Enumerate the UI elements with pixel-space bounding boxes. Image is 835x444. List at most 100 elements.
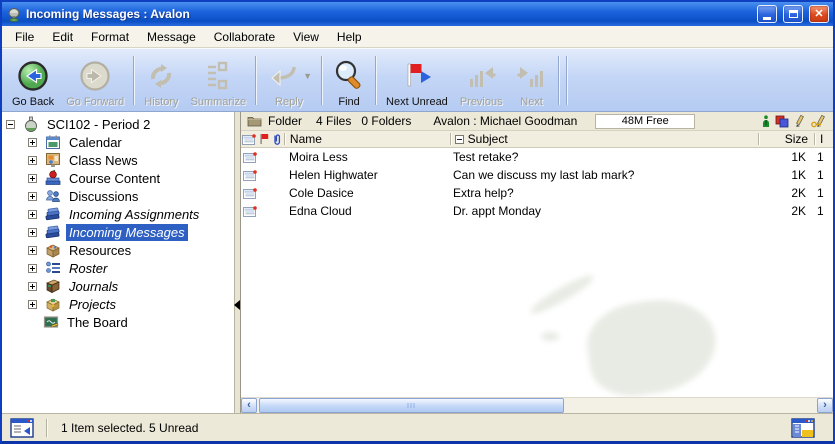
unread-message-icon: [241, 205, 258, 217]
column-header-subject[interactable]: Subject: [468, 132, 508, 146]
message-row[interactable]: Edna Cloud Dr. appt Monday 2K 1: [241, 202, 833, 220]
class-news-icon: [45, 152, 61, 168]
message-subject: Can we discuss my last lab mark?: [449, 168, 757, 182]
message-size: 1K: [757, 168, 812, 182]
folder-type-label: Folder: [268, 114, 302, 128]
layout-panels-icon[interactable]: [791, 418, 815, 438]
history-button[interactable]: History: [138, 52, 184, 109]
folders-count: 0 Folders: [361, 114, 411, 128]
find-button[interactable]: Find: [326, 52, 372, 109]
pencil-icon[interactable]: [794, 115, 806, 128]
menu-message[interactable]: Message: [138, 27, 205, 47]
menu-format[interactable]: Format: [82, 27, 138, 47]
expand-icon[interactable]: [28, 246, 37, 255]
user-icon[interactable]: [762, 115, 770, 128]
previous-button[interactable]: Previous: [454, 52, 509, 109]
next-icon: [515, 57, 549, 95]
sidebar-item-incoming-messages[interactable]: Incoming Messages: [2, 223, 234, 241]
key-pencil-icon[interactable]: [811, 115, 827, 128]
scrollbar-thumb[interactable]: [259, 398, 564, 413]
status-separator: [46, 419, 47, 437]
sidebar-item-course-content[interactable]: Course Content: [2, 169, 234, 187]
paperclip-icon[interactable]: [270, 133, 284, 146]
pane-splitter[interactable]: [234, 112, 241, 413]
expand-icon[interactable]: [28, 174, 37, 183]
history-icon: [144, 57, 178, 95]
menu-edit[interactable]: Edit: [43, 27, 82, 47]
collapse-icon[interactable]: [6, 120, 15, 129]
message-sender: Helen Highwater: [284, 168, 449, 182]
close-button[interactable]: ✕: [809, 5, 829, 23]
reply-button[interactable]: ▼ Reply: [260, 52, 318, 109]
message-subject: Extra help?: [449, 186, 757, 200]
message-row[interactable]: Helen Highwater Can we discuss my last l…: [241, 166, 833, 184]
sidebar-item-projects[interactable]: Projects: [2, 295, 234, 313]
sidebar-item-roster[interactable]: Roster: [2, 259, 234, 277]
next-unread-button[interactable]: Next Unread: [380, 52, 454, 109]
menu-view[interactable]: View: [284, 27, 328, 47]
account-label: Avalon : Michael Goodman: [433, 114, 577, 128]
assignments-icon: [45, 206, 61, 222]
expand-icon[interactable]: [28, 264, 37, 273]
app-mailbox-icon: [6, 6, 22, 22]
message-sender: Cole Dasice: [284, 186, 449, 200]
message-size: 2K: [757, 186, 812, 200]
messages-icon: [45, 224, 61, 240]
go-forward-button[interactable]: Go Forward: [60, 52, 130, 109]
minimize-button[interactable]: [757, 5, 777, 23]
unread-message-icon: [241, 187, 258, 199]
previous-icon: [464, 57, 498, 95]
message-row[interactable]: Moira Less Test retake? 1K 1: [241, 148, 833, 166]
statusbar: 1 Item selected. 5 Unread: [2, 413, 833, 441]
message-size: 1K: [757, 150, 812, 164]
flag-icon[interactable]: [258, 133, 270, 145]
envelope-icon[interactable]: [241, 134, 258, 145]
folder-icon: [247, 115, 262, 127]
next-button[interactable]: Next: [509, 52, 555, 109]
scroll-right-icon[interactable]: ›: [817, 398, 833, 413]
sidebar-item-journals[interactable]: Journals: [2, 277, 234, 295]
menu-collaborate[interactable]: Collaborate: [205, 27, 284, 47]
expand-icon[interactable]: [28, 192, 37, 201]
column-header-clipped[interactable]: I: [815, 132, 833, 146]
collapse-pane-icon[interactable]: [234, 300, 240, 310]
toggle-sidebar-icon[interactable]: [10, 418, 34, 438]
sidebar-item-class-news[interactable]: Class News: [2, 151, 234, 169]
message-row[interactable]: Cole Dasice Extra help? 2K 1: [241, 184, 833, 202]
list-header: Name Subject Size I: [241, 131, 833, 148]
menubar: File Edit Format Message Collaborate Vie…: [2, 26, 833, 48]
calendar-icon: [45, 134, 61, 150]
sidebar-item-incoming-assignments[interactable]: Incoming Assignments: [2, 205, 234, 223]
column-header-size[interactable]: Size: [759, 132, 814, 146]
expand-icon[interactable]: [28, 300, 37, 309]
sidebar-item-calendar[interactable]: Calendar: [2, 133, 234, 151]
expand-icon[interactable]: [28, 156, 37, 165]
watermark-blob: [582, 293, 722, 397]
menu-file[interactable]: File: [6, 27, 43, 47]
message-clipped-cell: 1: [812, 168, 830, 182]
summarize-button[interactable]: Summarize: [185, 52, 253, 109]
maximize-button[interactable]: [783, 5, 803, 23]
board-icon: [43, 314, 59, 330]
horizontal-scrollbar[interactable]: ‹ ›: [241, 397, 833, 413]
message-subject: Dr. appt Monday: [449, 204, 757, 218]
scroll-left-icon[interactable]: ‹: [241, 398, 257, 413]
layers-icon[interactable]: [775, 115, 789, 128]
sidebar-item-the-board[interactable]: The Board: [2, 313, 234, 331]
collapse-minus-icon[interactable]: [455, 135, 464, 144]
expand-icon[interactable]: [28, 138, 37, 147]
sidebar-item-discussions[interactable]: Discussions: [2, 187, 234, 205]
sidebar-item-resources[interactable]: Resources: [2, 241, 234, 259]
menu-help[interactable]: Help: [328, 27, 371, 47]
scrollbar-track[interactable]: [257, 398, 817, 413]
expand-icon[interactable]: [28, 228, 37, 237]
expand-icon[interactable]: [28, 210, 37, 219]
go-back-button[interactable]: Go Back: [6, 52, 60, 109]
column-header-name[interactable]: Name: [285, 132, 450, 146]
close-icon: ✕: [814, 9, 823, 20]
expand-icon[interactable]: [28, 282, 37, 291]
reply-dropdown-icon[interactable]: ▼: [303, 71, 312, 81]
go-forward-icon: [78, 57, 112, 95]
toolbar: Go Back Go Forward History Summarize: [2, 48, 833, 112]
sidebar-root-sci102[interactable]: SCI102 - Period 2: [2, 115, 234, 133]
